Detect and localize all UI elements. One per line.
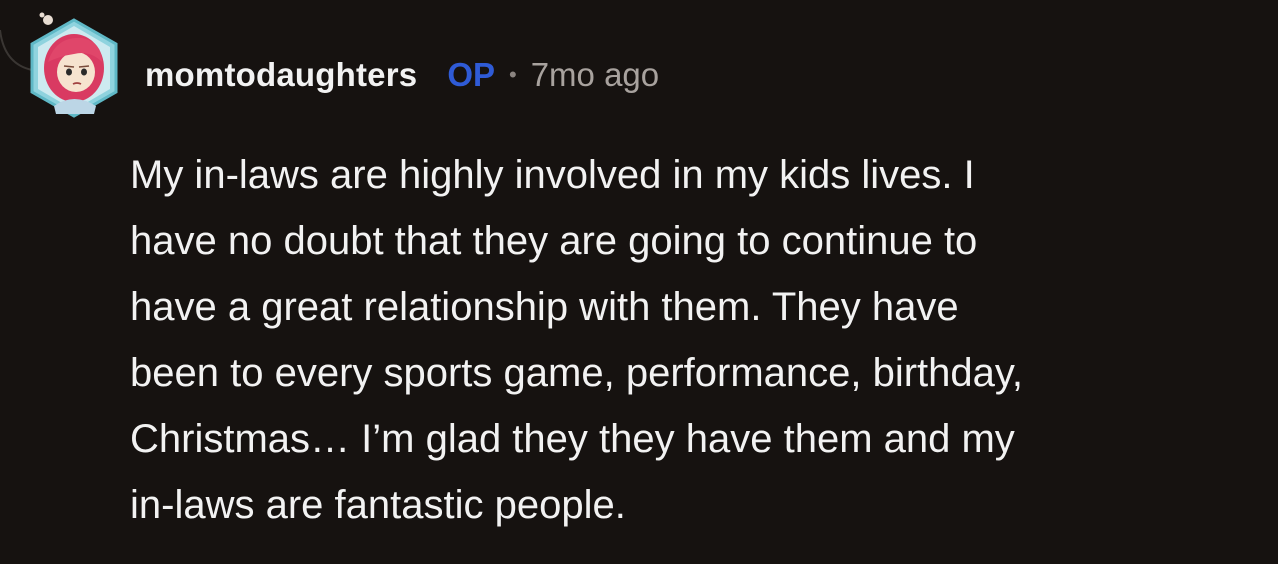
op-badge: OP <box>447 56 495 93</box>
separator-dot: • <box>509 62 517 87</box>
comment-body-line: been to every sports game, performance, … <box>130 351 1024 395</box>
comment-body-line: in-laws are fantastic people. <box>130 483 626 527</box>
comment-body-line: My in-laws are highly involved in my kid… <box>130 153 975 197</box>
comment-body-line: have no doubt that they are going to con… <box>130 219 978 263</box>
author-username-link[interactable]: momtodaughters <box>145 56 417 94</box>
comment-body-line: Christmas… I’m glad they they have them … <box>130 417 1015 461</box>
comment-header: momtodaughters OP • 7mo ago <box>145 52 659 98</box>
avatar-pink-hair-character-icon <box>30 12 118 118</box>
comment-body: My in-laws are highly involved in my kid… <box>130 142 1240 538</box>
comment-body-line: have a great relationship with them. The… <box>130 285 959 329</box>
timestamp-link[interactable]: 7mo ago <box>531 56 659 94</box>
avatar[interactable] <box>24 10 124 126</box>
